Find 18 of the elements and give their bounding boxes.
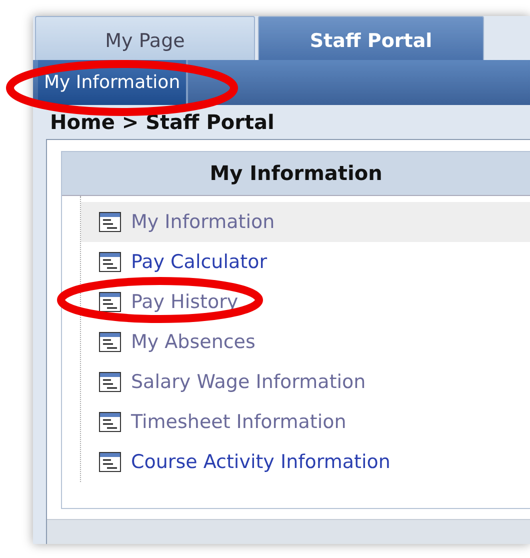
panel-title: My Information	[62, 152, 530, 196]
menu-link[interactable]: Salary Wage Information	[81, 362, 530, 402]
document-icon	[99, 292, 121, 312]
document-icon	[99, 372, 121, 392]
document-icon	[99, 452, 121, 472]
menu-link[interactable]: Pay Calculator	[81, 242, 530, 282]
tab[interactable]: My Page	[35, 16, 255, 60]
menu-link[interactable]: Course Activity Information	[81, 442, 530, 482]
menu-link[interactable]: Timesheet Information	[81, 402, 530, 442]
menu-link[interactable]: Pay History	[81, 282, 530, 322]
document-icon	[99, 332, 121, 352]
document-icon	[99, 252, 121, 272]
breadcrumb: Home > Staff Portal	[49, 109, 276, 136]
document-icon	[99, 412, 121, 432]
document-icon	[99, 212, 121, 232]
menu-link[interactable]: My Information	[81, 202, 530, 242]
tab[interactable]: Staff Portal	[258, 16, 484, 60]
menu-link[interactable]: My Absences	[81, 322, 530, 362]
